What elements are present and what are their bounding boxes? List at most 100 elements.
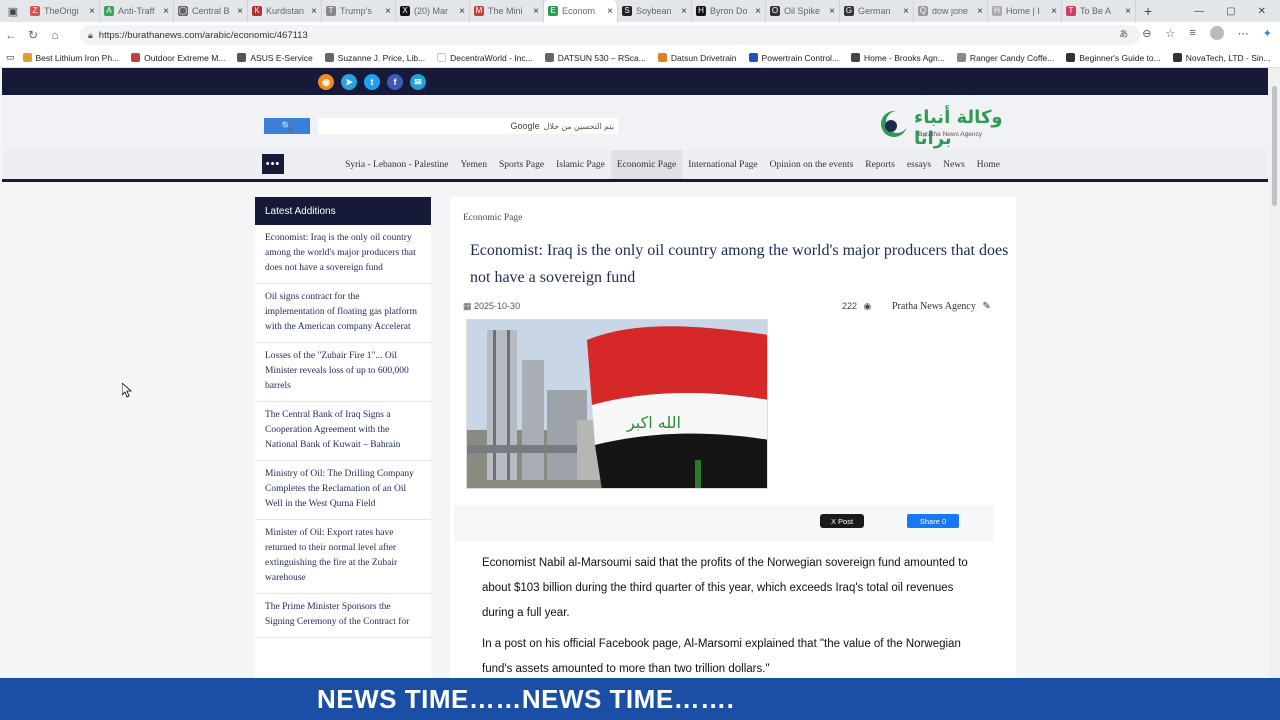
tab-close-icon[interactable]: × — [681, 6, 687, 17]
nav-link[interactable]: essays — [901, 150, 937, 179]
tab-close-icon[interactable]: × — [385, 6, 391, 17]
nav-link[interactable]: Opinion on the events — [764, 150, 860, 179]
page-scrollbar[interactable] — [1269, 68, 1280, 680]
nav-link[interactable]: News — [937, 150, 971, 179]
close-window-icon[interactable]: ✕ — [1258, 6, 1266, 17]
bookmark-item[interactable]: Powertrain Control... — [748, 53, 839, 63]
tab-close-icon[interactable]: × — [977, 6, 983, 17]
tab-title: Kurdistan — [266, 6, 305, 16]
copilot-icon[interactable]: ✦ — [1263, 27, 1272, 40]
reader-icon[interactable]: ⊖ — [1142, 27, 1151, 40]
bookmark-item[interactable]: Datsun Drivetrain — [657, 53, 737, 63]
tab-close-icon[interactable]: × — [533, 6, 539, 17]
browser-tab[interactable]: A Anti-Traff × — [100, 0, 174, 22]
translate-icon[interactable]: あ — [1119, 27, 1128, 40]
restore-icon[interactable]: ▢ — [1226, 6, 1235, 17]
bookmark-item[interactable]: DecentraWorld - Inc... — [437, 53, 533, 63]
browser-tab[interactable]: T To Be A × — [1062, 0, 1136, 22]
nav-link[interactable]: Yemen — [454, 150, 492, 179]
bookmark-item[interactable]: Suzanne J. Price, Lib... — [324, 53, 425, 63]
x-post-button[interactable]: X Post — [820, 514, 864, 528]
telegram-icon[interactable]: ➤ — [341, 74, 357, 90]
favorites-icon[interactable]: ≡ — [1189, 27, 1195, 39]
tab-close-icon[interactable]: × — [311, 6, 317, 17]
tab-close-icon[interactable]: × — [829, 6, 835, 17]
bookmark-item[interactable]: DATSUN 530 – RSca... — [544, 53, 646, 63]
sidebar-article-link[interactable]: Oil signs contract for the implementatio… — [255, 284, 431, 343]
tab-favicon-icon: M — [474, 6, 484, 16]
tab-close-icon[interactable]: × — [1051, 6, 1057, 17]
bookmark-item[interactable]: Best Lithium Iron Ph... — [22, 52, 120, 63]
nav-link[interactable]: Syria - Lebanon - Palestine — [339, 150, 454, 179]
favorite-star-icon[interactable]: ☆ — [1165, 27, 1175, 40]
bookmark-item[interactable]: Ranger Candy Coffe... — [956, 53, 1054, 63]
browser-tab[interactable]: G German × — [840, 0, 914, 22]
browser-tab[interactable]: Qdow jone × — [914, 0, 988, 22]
tab-close-icon[interactable]: × — [163, 6, 169, 17]
tab-close-icon[interactable]: × — [237, 6, 243, 17]
bookmark-item[interactable]: Outdoor Extreme M... — [131, 53, 225, 63]
tab-close-icon[interactable]: × — [89, 6, 95, 17]
reload-icon[interactable]: ↻ — [22, 28, 44, 42]
bookmarks-bar: ▭ Best Lithium Iron Ph... Outdoor Extreme… — [0, 48, 1280, 68]
rss-icon[interactable]: ◉ — [318, 74, 334, 90]
bookmark-item[interactable]: Home - Brooks Agn... — [851, 53, 945, 63]
url-field[interactable]: 🔒︎ https://burathanews.com/arabic/econom… — [80, 25, 1140, 45]
browser-tab[interactable]: M The Mini × — [470, 0, 544, 22]
nav-link[interactable]: Home — [971, 150, 1006, 179]
tab-close-icon[interactable]: × — [903, 6, 909, 17]
browser-tab[interactable]: H Byron Do × — [692, 0, 766, 22]
browser-tab[interactable]: T Trump's × — [322, 0, 396, 22]
browser-tab[interactable]: ◯ Central B × — [174, 0, 248, 22]
bookmark-item[interactable]: NovaTech, LTD - Sin... — [1172, 52, 1271, 63]
menu-icon[interactable]: ⋯ — [1238, 27, 1249, 40]
browser-tab[interactable]: Z TheOrigi × — [26, 0, 100, 22]
tab-close-icon[interactable]: × — [607, 6, 613, 17]
tab-close-icon[interactable]: × — [459, 6, 465, 17]
browser-tab[interactable]: E Econom × — [544, 0, 618, 22]
site-logo[interactable]: وكالة أنباء براثا Buratha News Agency — [878, 103, 1018, 149]
facebook-share-button[interactable]: Share 0 — [907, 514, 959, 528]
browser-tab[interactable]: S Soybean × — [618, 0, 692, 22]
browser-tab[interactable]: H Home | I × — [988, 0, 1062, 22]
twitter-icon[interactable]: t — [364, 74, 380, 90]
more-menu-button[interactable]: ••• — [262, 154, 284, 174]
nav-link[interactable]: Islamic Page — [550, 150, 611, 179]
browser-tab[interactable]: K Kurdistan × — [248, 0, 322, 22]
sidebar-article-link[interactable]: The Prime Minister Sponsors the Signing … — [255, 594, 431, 638]
email-icon[interactable]: ✉ — [410, 74, 426, 90]
date-text: 2025-10-30 — [474, 301, 521, 311]
home-icon[interactable]: ⌂ — [44, 28, 66, 42]
nav-link[interactable]: Reports — [859, 150, 901, 179]
minimize-icon[interactable]: — — [1194, 6, 1204, 17]
nav-link[interactable]: Sports Page — [493, 150, 550, 179]
back-icon[interactable]: ← — [0, 28, 22, 42]
bookmark-label: NovaTech, LTD - Sin... — [1185, 52, 1271, 63]
scrollbar-thumb[interactable] — [1272, 86, 1277, 206]
nav-link[interactable]: International Page — [682, 150, 763, 179]
search-button[interactable]: 🔍 — [264, 118, 310, 134]
bookmark-item[interactable]: ASUS E-Service — [237, 53, 313, 63]
browser-tab[interactable]: X (20) Mar × — [396, 0, 470, 22]
sidebar-article-link[interactable]: Losses of the "Zubair Fire 1"... Oil Min… — [255, 343, 431, 402]
profile-avatar[interactable] — [1209, 26, 1224, 40]
tab-close-icon[interactable]: × — [755, 6, 761, 17]
tab-title: Soybean — [636, 6, 672, 16]
article-body: Economist Nabil al-Marsoumi said that th… — [482, 551, 982, 680]
tab-actions-icon[interactable]: ▣ — [0, 5, 26, 18]
sidebar-article-link[interactable]: The Central Bank of Iraq Signs a Coopera… — [255, 402, 431, 461]
bookmark-label: Best Lithium Iron Ph... — [35, 52, 120, 63]
lock-icon[interactable]: 🔒︎ — [88, 30, 93, 41]
nav-link[interactable]: Economic Page — [610, 150, 683, 179]
sidebar-article-link[interactable]: Economist: Iraq is the only oil country … — [255, 225, 431, 284]
facebook-icon[interactable]: f — [387, 74, 403, 90]
bookmark-folder-icon[interactable]: ▭ — [6, 52, 15, 63]
sidebar-article-link[interactable]: Ministry of Oil: The Drilling Company Co… — [255, 461, 431, 520]
tab-close-icon[interactable]: × — [1125, 6, 1131, 17]
breadcrumb[interactable]: Economic Page — [463, 213, 522, 223]
new-tab-icon[interactable]: + — [1144, 3, 1152, 19]
search-input[interactable]: Google يتم التحسين من خلال — [318, 118, 618, 134]
sidebar-article-link[interactable]: Minister of Oil: Export rates have retur… — [255, 520, 431, 594]
browser-tab[interactable]: O Oil Spike × — [766, 0, 840, 22]
bookmark-item[interactable]: Beginner's Guide to... — [1066, 53, 1161, 63]
